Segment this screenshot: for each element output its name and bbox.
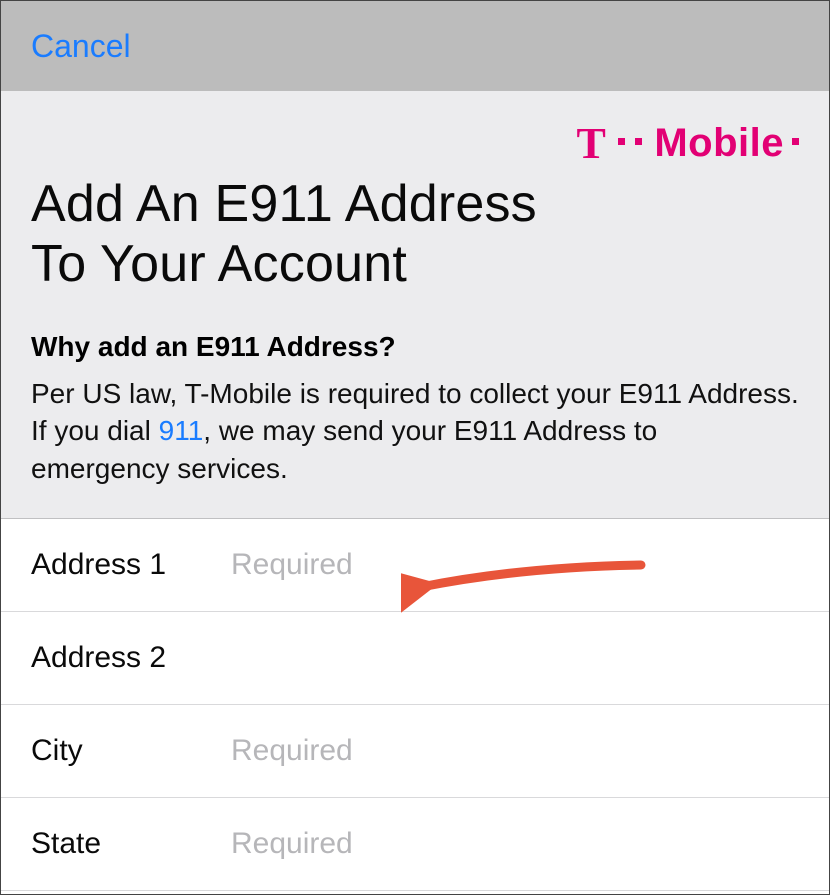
state-field[interactable] [231,827,799,861]
brand-dot-icon [792,138,799,145]
city-field[interactable] [231,734,799,768]
tmobile-logo: T Mobile [576,118,799,169]
label-address-2: Address 2 [31,641,231,675]
brand-dots-icon [618,138,642,145]
emergency-number-link[interactable]: 911 [159,415,204,446]
label-state: State [31,827,231,861]
title-line-2: To Your Account [31,235,407,293]
brand-word: Mobile [654,121,784,166]
address-1-field[interactable] [231,548,799,582]
navbar: Cancel [1,1,829,91]
header-panel: T Mobile Add An E911 Address To Your Acc… [1,91,829,519]
page-title: Add An E911 Address To Your Account [31,175,799,295]
row-state: State [1,798,829,891]
label-address-1: Address 1 [31,548,231,582]
cancel-button[interactable]: Cancel [31,28,131,65]
info-subheading: Why add an E911 Address? [31,331,799,363]
address-2-field[interactable] [231,641,799,675]
row-address-2: Address 2 [1,612,829,705]
label-city: City [31,734,231,768]
info-description: Per US law, T-Mobile is required to coll… [31,375,799,488]
address-form: Address 1 Address 2 City State [1,519,829,891]
title-line-1: Add An E911 Address [31,175,537,233]
row-address-1: Address 1 [1,519,829,612]
brand-letter: T [576,118,606,169]
brand-row: T Mobile [31,115,799,171]
row-city: City [1,705,829,798]
